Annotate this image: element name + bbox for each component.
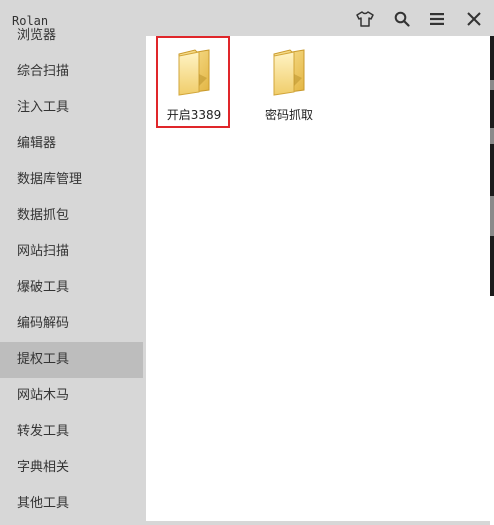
sidebar-item-webshells[interactable]: 网站木马 bbox=[0, 378, 143, 414]
folder-item-enable-3389[interactable]: 开启3389 bbox=[158, 40, 230, 126]
sidebar-item-privilege-escalation[interactable]: 提权工具 bbox=[0, 342, 143, 378]
sidebar-item-label: 数据抓包 bbox=[17, 208, 70, 223]
sidebar-item-packet-capture[interactable]: 数据抓包 bbox=[0, 198, 143, 234]
background-window-edge bbox=[490, 36, 494, 525]
menu-button[interactable] bbox=[426, 8, 448, 30]
edge-segment bbox=[490, 80, 494, 90]
sidebar-item-label: 综合扫描 bbox=[17, 64, 70, 79]
edge-segment bbox=[490, 296, 494, 525]
sidebar-item-label: 网站扫描 bbox=[17, 244, 70, 259]
sidebar-item-label: 网站木马 bbox=[17, 388, 70, 403]
sidebar-item-label: 提权工具 bbox=[17, 352, 70, 367]
sidebar-item-label: 浏览器 bbox=[17, 28, 57, 43]
folder-icon bbox=[273, 49, 305, 96]
sidebar-item-forwarding-tools[interactable]: 转发工具 bbox=[0, 414, 143, 450]
close-icon bbox=[467, 12, 481, 26]
sidebar-item-dictionaries[interactable]: 字典相关 bbox=[0, 450, 143, 486]
shirt-icon bbox=[356, 11, 374, 27]
category-sidebar: 浏览器 综合扫描 注入工具 编辑器 数据库管理 数据抓包 网站扫描 爆破工具 编… bbox=[0, 24, 143, 525]
sidebar-item-database-management[interactable]: 数据库管理 bbox=[0, 162, 143, 198]
sidebar-item-other-tools[interactable]: 其他工具 bbox=[0, 486, 143, 522]
edge-segment bbox=[490, 196, 494, 236]
skin-button[interactable] bbox=[354, 8, 376, 30]
folder-icon bbox=[178, 49, 210, 96]
menu-icon bbox=[430, 13, 444, 25]
sidebar-item-comprehensive-scan[interactable]: 综合扫描 bbox=[0, 54, 143, 90]
search-button[interactable] bbox=[391, 8, 413, 30]
sidebar-item-label: 其他工具 bbox=[17, 496, 70, 511]
sidebar-item-website-scan[interactable]: 网站扫描 bbox=[0, 234, 143, 270]
close-button[interactable] bbox=[463, 8, 485, 30]
folder-label: 开启3389 bbox=[166, 108, 222, 122]
folder-content-pane: 开启3389 密码抓取 bbox=[146, 36, 490, 521]
search-icon bbox=[394, 11, 410, 27]
sidebar-item-label: 编辑器 bbox=[17, 136, 57, 151]
sidebar-item-brute-force-tools[interactable]: 爆破工具 bbox=[0, 270, 143, 306]
sidebar-item-editor[interactable]: 编辑器 bbox=[0, 126, 143, 162]
folder-item-password-dump[interactable]: 密码抓取 bbox=[253, 40, 325, 126]
sidebar-item-label: 字典相关 bbox=[17, 460, 70, 475]
sidebar-item-label: 注入工具 bbox=[17, 100, 70, 115]
edge-segment bbox=[490, 128, 494, 144]
sidebar-item-label: 转发工具 bbox=[17, 424, 70, 439]
sidebar-item-encode-decode[interactable]: 编码解码 bbox=[0, 306, 143, 342]
sidebar-item-label: 数据库管理 bbox=[17, 172, 83, 187]
sidebar-item-injection-tools[interactable]: 注入工具 bbox=[0, 90, 143, 126]
sidebar-item-label: 爆破工具 bbox=[17, 280, 70, 295]
folder-label: 密码抓取 bbox=[264, 108, 313, 122]
app-window: Rolan 浏览器 综合扫描 注入工具 编辑器 数据库管理 数据抓包 网站扫描 … bbox=[0, 0, 494, 525]
sidebar-item-browser[interactable]: 浏览器 bbox=[0, 24, 143, 54]
sidebar-item-label: 编码解码 bbox=[17, 316, 70, 331]
